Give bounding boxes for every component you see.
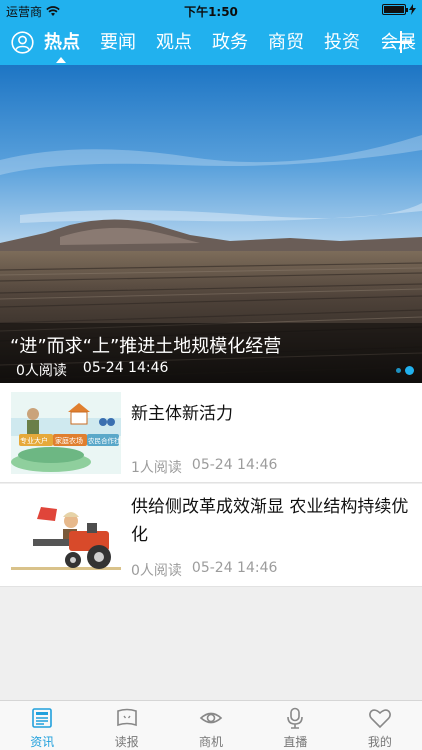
tab-live[interactable]: 直播 <box>253 701 337 750</box>
news-time: 05-24 14:46 <box>191 560 278 576</box>
news-meta: 0人阅读 05-24 14:46 <box>131 560 277 580</box>
news-thumbnail: 专业大户 家庭农场 农民合作社 <box>11 392 121 474</box>
status-bar: 运营商 下午1:50 <box>0 0 422 20</box>
banner-caption: “进”而求“上”推进土地规模化经营 0人阅读 05-24 14:46 <box>0 323 422 383</box>
news-item[interactable]: 专业大户 家庭农场 农民合作社 新主体新活力 1人阅读 05-24 14:46 <box>0 383 422 483</box>
user-icon[interactable] <box>11 31 34 54</box>
battery-indicator <box>382 4 416 15</box>
tab-label: 我的 <box>367 735 392 749</box>
news-time: 05-24 14:46 <box>191 457 278 473</box>
news-title: 供给侧改革成效渐显 农业结构持续优化 <box>131 497 409 545</box>
tab-news[interactable]: 资讯 <box>0 701 84 750</box>
status-time: 下午1:50 <box>184 5 238 19</box>
tab-headlines[interactable]: 要闻 <box>100 20 156 65</box>
banner-meta: 0人阅读 05-24 14:46 <box>16 360 168 380</box>
tab-overflow-fade <box>352 20 382 65</box>
tab-label: 直播 <box>283 735 308 749</box>
tab-government[interactable]: 政务 <box>212 20 268 65</box>
banner-pager <box>396 366 414 375</box>
banner-title: “进”而求“上”推进土地规模化经营 <box>10 336 282 357</box>
heart-icon <box>368 709 391 729</box>
tab-mine[interactable]: 我的 <box>338 701 422 750</box>
tractor-illustration <box>11 493 121 575</box>
tab-opinion[interactable]: 观点 <box>156 20 212 65</box>
news-icon <box>32 708 53 728</box>
banner-read-count: 0人阅读 <box>16 363 67 379</box>
svg-text:农民合作社: 农民合作社 <box>88 436 121 445</box>
banner-time: 05-24 14:46 <box>82 360 169 376</box>
bottom-tab-bar: 资讯 读报 商机 直播 我的 <box>0 700 422 750</box>
battery-icon <box>382 4 408 15</box>
nav-bar: 热点 要闻 观点 政务 商贸 投资 会展 <box>0 20 422 65</box>
tab-commerce[interactable]: 商贸 <box>268 20 324 65</box>
newspaper-icon <box>116 708 137 727</box>
hero-banner[interactable]: “进”而求“上”推进土地规模化经营 0人阅读 05-24 14:46 <box>0 65 422 383</box>
add-icon[interactable] <box>388 29 414 55</box>
pager-dot[interactable] <box>396 368 401 373</box>
news-read-count: 0人阅读 <box>131 563 182 579</box>
tab-label: 资讯 <box>30 735 55 749</box>
tab-business[interactable]: 商机 <box>169 701 253 750</box>
eye-icon <box>199 712 223 724</box>
charging-icon <box>409 4 416 15</box>
news-meta: 1人阅读 05-24 14:46 <box>131 457 277 477</box>
microphone-icon <box>287 707 304 729</box>
news-title: 新主体新活力 <box>131 404 233 424</box>
news-item[interactable]: 供给侧改革成效渐显 农业结构持续优化 0人阅读 05-24 14:46 <box>0 484 422 587</box>
news-read-count: 1人阅读 <box>131 460 182 476</box>
pager-dot-active[interactable] <box>405 366 414 375</box>
tab-label: 读报 <box>114 735 139 749</box>
news-illustration: 专业大户 家庭农场 农民合作社 <box>11 392 121 474</box>
tab-hot[interactable]: 热点 <box>44 20 100 65</box>
tab-label: 商机 <box>199 735 224 749</box>
svg-text:家庭农场: 家庭农场 <box>55 436 83 445</box>
svg-text:专业大户: 专业大户 <box>20 436 48 445</box>
news-thumbnail <box>11 493 121 575</box>
tab-newspaper[interactable]: 读报 <box>84 701 168 750</box>
